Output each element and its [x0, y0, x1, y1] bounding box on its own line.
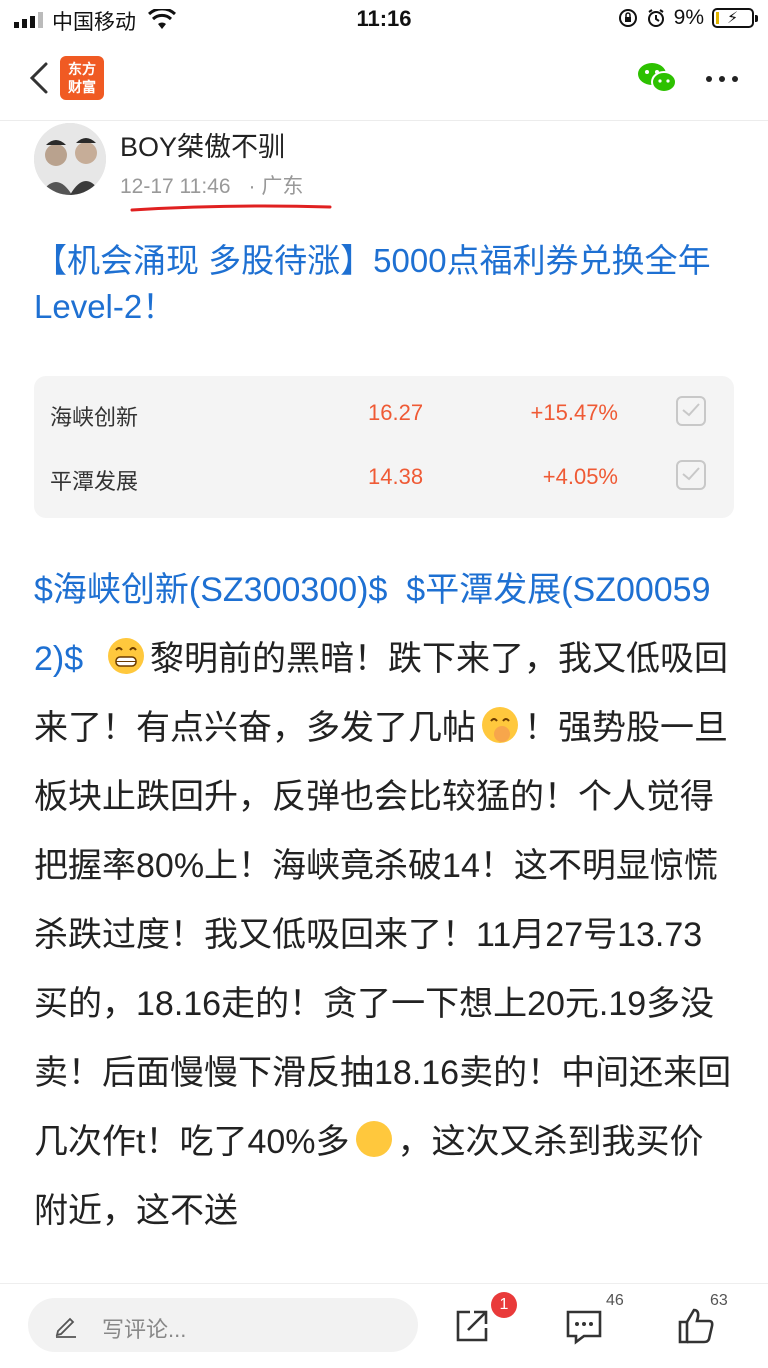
app-logo: 东方 财富 [60, 56, 104, 100]
like-icon[interactable] [676, 1306, 716, 1346]
post-location: · 广东 [248, 175, 304, 198]
share-icon[interactable] [452, 1306, 492, 1346]
alarm-icon [647, 9, 664, 27]
post-meta: 12-17 11:46 · 广东 [120, 170, 303, 200]
battery-icon: ⚡ [712, 8, 758, 28]
red-underline-annotation [130, 204, 332, 212]
avatar[interactable] [34, 123, 106, 195]
rotation-lock-icon [618, 9, 637, 27]
body-text: ！强势股一旦板块止跌回升，反弹也会比较猛的！个人觉得把握率80%上！海峡竟杀破1… [34, 709, 732, 1161]
giggle-emoji-icon [482, 707, 518, 743]
status-bar: 中国移动 11:16 9% ⚡ [0, 0, 768, 40]
add-watchlist-checkbox[interactable] [676, 460, 706, 490]
stock-change: +4.05% [542, 464, 618, 489]
comment-count: 46 [606, 1292, 624, 1309]
add-watchlist-checkbox[interactable] [676, 396, 706, 426]
stock-row[interactable]: 平潭发展 14.38 +4.05% [34, 448, 734, 508]
stock-change: +15.47% [530, 400, 618, 425]
post-title[interactable]: 【机会涌现 多股待涨】5000点福利券兑换全年Level-2！ [34, 238, 734, 330]
comment-icon[interactable] [564, 1306, 604, 1346]
back-icon[interactable] [22, 58, 62, 98]
wechat-icon[interactable] [636, 60, 678, 96]
nav-bar: 东方 财富 [0, 40, 768, 121]
stock-name: 平潭发展 [50, 469, 139, 494]
grin-emoji-icon [108, 638, 145, 674]
stock-row[interactable]: 海峡创新 16.27 +15.47% [34, 384, 734, 444]
comment-input[interactable]: 写评论... [28, 1298, 418, 1352]
battery-percent: 9% [673, 6, 704, 29]
like-count: 63 [710, 1292, 728, 1309]
share-badge: 1 [491, 1292, 517, 1318]
check-icon [682, 403, 700, 417]
stock-card: 海峡创新 16.27 +15.47% 平潭发展 14.38 +4.05% [34, 376, 734, 518]
stock-price: 16.27 [368, 400, 424, 425]
stock-price: 14.38 [368, 464, 424, 489]
check-icon [682, 467, 700, 481]
post-body: $海峡创新(SZ300300)$ $平潭发展(SZ000592)$ 黎明前的黑暗… [34, 556, 736, 1286]
more-icon[interactable] [706, 68, 740, 88]
post-date: 12-17 11:46 [120, 175, 231, 198]
author-name[interactable]: BOY桀傲不驯 [120, 125, 285, 164]
bottom-bar: 写评论... 1 46 63 [0, 1283, 768, 1368]
stock-name: 海峡创新 [50, 405, 139, 430]
emoji-icon [355, 1121, 392, 1157]
pencil-icon [55, 1317, 76, 1338]
comment-placeholder: 写评论... [102, 1317, 187, 1342]
stock-link[interactable]: $海峡创新(SZ300300)$ [34, 571, 387, 609]
